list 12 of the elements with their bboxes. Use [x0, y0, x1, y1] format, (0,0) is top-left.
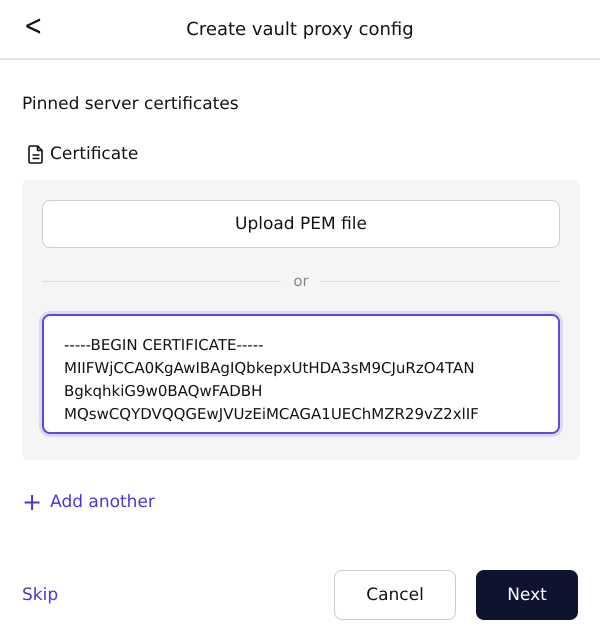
page-title: Create vault proxy config [186, 18, 414, 40]
divider-label: or [293, 272, 309, 290]
back-button[interactable]: < [24, 10, 42, 43]
skip-link[interactable]: Skip [22, 585, 58, 605]
cancel-button[interactable]: Cancel [334, 570, 456, 620]
next-button[interactable]: Next [476, 570, 578, 620]
certificate-label: Certificate [50, 144, 138, 164]
add-another-link[interactable]: + Add another [22, 492, 155, 512]
section-title: Pinned server certificates [22, 94, 240, 114]
document-icon [28, 144, 44, 164]
upload-button[interactable]: Upload PEM file [42, 200, 560, 248]
certificate-field[interactable]: -----BEGIN CERTIFICATE----- MIIFWjCCA0KgAwIBAgIQbkepxUtHDA3sM9CJuRzO4TAN BgkqhkiG9w0BAQwFADBH MQswCQYDVQQGEwJVUzEiMCAGA1UEChMZR29vZ2xlIF [42, 314, 560, 434]
